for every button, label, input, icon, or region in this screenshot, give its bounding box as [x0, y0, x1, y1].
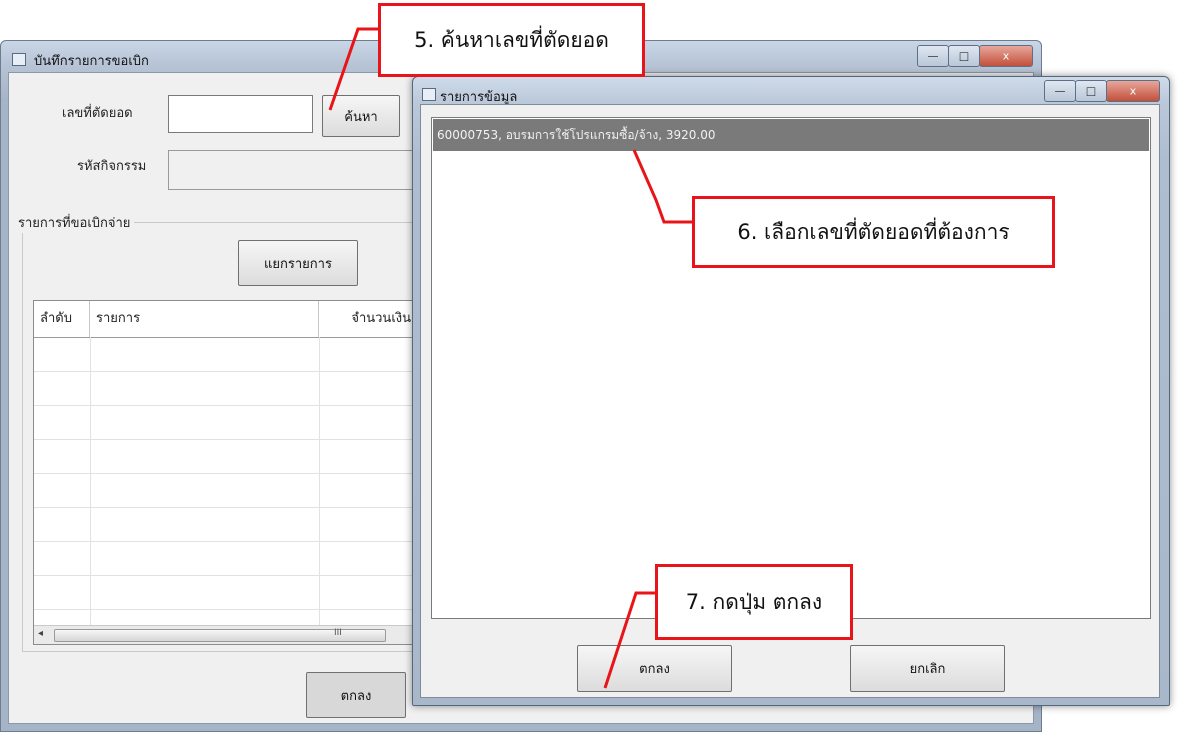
dialog-cancel-button[interactable]: ยกเลิก: [850, 645, 1005, 692]
scroll-left-icon[interactable]: ◂: [38, 628, 43, 639]
minimize-icon: —: [1054, 84, 1066, 98]
dialog-ok-button[interactable]: ตกลง: [577, 645, 732, 692]
maximize-icon: □: [958, 49, 970, 63]
column-header-item[interactable]: รายการ: [90, 301, 319, 337]
items-grid[interactable]: ลำดับ รายการ จำนวนเงิน ◂ III: [33, 300, 418, 645]
dialog-caption-buttons: — □ x: [1044, 80, 1160, 102]
main-window-caption-buttons: — □ x: [917, 45, 1033, 67]
annotation-step-6: 6. เลือกเลขที่ตัดยอดที่ต้องการ: [692, 196, 1055, 268]
scroll-grip-icon: III: [334, 628, 342, 638]
activity-code-label: รหัสกิจกรรม: [77, 159, 147, 174]
annotation-step-7: 7. กดปุ่ม ตกลง: [655, 564, 853, 640]
data-listbox[interactable]: 60000753, อบรมการใช้โปรแกรมซื้อ/จ้าง, 39…: [431, 117, 1151, 619]
dialog-close-button[interactable]: x: [1106, 80, 1160, 102]
table-row[interactable]: [34, 337, 417, 372]
split-items-button[interactable]: แยกรายการ: [238, 240, 358, 286]
table-row[interactable]: [34, 405, 417, 440]
column-header-order[interactable]: ลำดับ: [34, 301, 90, 337]
horizontal-scrollbar[interactable]: ◂ III: [34, 625, 417, 644]
maximize-icon: □: [1085, 84, 1097, 98]
table-row[interactable]: [34, 575, 417, 610]
table-row[interactable]: [34, 541, 417, 576]
table-row[interactable]: [34, 507, 417, 542]
table-row[interactable]: [34, 439, 417, 474]
window-app-icon: [12, 53, 26, 66]
cut-number-label: เลขที่ตัดยอด: [62, 106, 133, 121]
minimize-icon: —: [927, 49, 939, 63]
close-icon: x: [1129, 84, 1137, 98]
grid-header: ลำดับ รายการ จำนวนเงิน: [34, 301, 417, 338]
table-row[interactable]: [34, 473, 417, 508]
table-row[interactable]: [34, 371, 417, 406]
close-icon: x: [1002, 49, 1010, 63]
list-item[interactable]: 60000753, อบรมการใช้โปรแกรมซื้อ/จ้าง, 39…: [433, 119, 1149, 151]
dialog-minimize-button[interactable]: —: [1044, 80, 1076, 102]
main-ok-button[interactable]: ตกลง: [306, 672, 406, 718]
disbursement-group-label: รายการที่ขอเบิกจ่าย: [14, 212, 135, 233]
minimize-button[interactable]: —: [917, 45, 949, 67]
cut-number-input[interactable]: [168, 95, 313, 133]
activity-code-input[interactable]: [168, 150, 418, 190]
column-header-amount[interactable]: จำนวนเงิน: [319, 301, 417, 337]
search-button[interactable]: ค้นหา: [322, 95, 400, 137]
dialog-app-icon: [422, 88, 436, 101]
main-window-title: บันทึกรายการขอเบิก: [34, 54, 149, 69]
close-button[interactable]: x: [979, 45, 1033, 67]
maximize-button[interactable]: □: [948, 45, 980, 67]
dialog-maximize-button[interactable]: □: [1075, 80, 1107, 102]
annotation-step-5: 5. ค้นหาเลขที่ตัดยอด: [378, 3, 645, 77]
